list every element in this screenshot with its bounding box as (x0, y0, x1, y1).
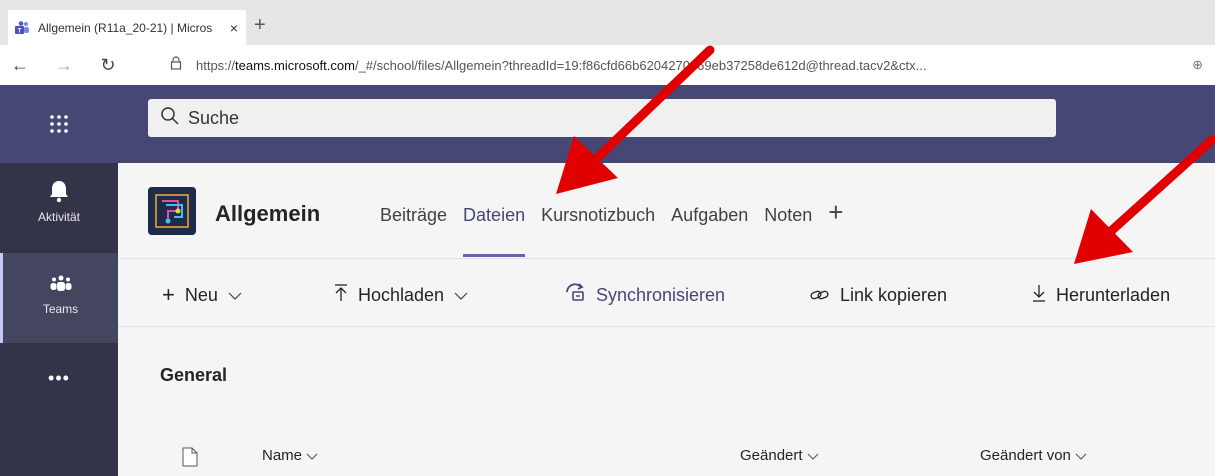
add-tab-button[interactable]: + (828, 197, 843, 257)
column-modified-by-label: Geändert von (980, 447, 1071, 464)
back-icon[interactable]: ← (8, 55, 32, 76)
sync-button[interactable]: Synchronisieren (564, 282, 725, 308)
column-header-name[interactable]: Name (262, 447, 318, 464)
files-toolbar: + Neu Hochladen Synchronisieren Link kop… (118, 259, 1215, 327)
zoom-icon[interactable]: ⊕ (1192, 57, 1203, 73)
channel-header: Allgemein Beiträge Dateien Kursnotizbuch… (118, 163, 1215, 259)
upload-label: Hochladen (358, 284, 445, 305)
teams-favicon-icon: T (14, 20, 30, 35)
reload-icon[interactable]: ↻ (96, 55, 120, 76)
column-header-modified[interactable]: Geändert (740, 447, 819, 464)
column-modified-label: Geändert (740, 447, 803, 464)
tab-aufgaben[interactable]: Aufgaben (671, 205, 748, 257)
column-name-label: Name (262, 447, 303, 464)
svg-text:T: T (18, 28, 22, 34)
column-header-modified-by[interactable]: Geändert von (980, 447, 1087, 464)
new-button[interactable]: + Neu (162, 282, 242, 308)
chevron-down-icon (228, 287, 242, 303)
chevron-down-icon (306, 449, 318, 463)
rail-item-label: Aktivität (37, 210, 80, 224)
new-tab-button[interactable]: + (254, 14, 266, 37)
tab-noten[interactable]: Noten (764, 205, 812, 257)
file-list-header: Name Geändert Geändert von (118, 437, 1215, 476)
url-text: https://teams.microsoft.com/_#/school/fi… (196, 58, 927, 73)
teams-header: Suche (0, 85, 1215, 163)
left-rail: Aktivität Teams ••• (0, 163, 118, 476)
upload-button[interactable]: Hochladen (334, 282, 468, 308)
url-path: /_#/school/files/Allgemein?threadId=19:f… (354, 57, 927, 73)
chevron-down-icon (807, 449, 819, 463)
download-icon (1032, 282, 1046, 308)
chevron-down-icon (1075, 449, 1087, 463)
channel-tabs: Beiträge Dateien Kursnotizbuch Aufgaben … (380, 197, 843, 257)
file-type-icon (182, 447, 198, 467)
plus-icon: + (162, 282, 175, 307)
url-host: teams.microsoft.com (235, 57, 355, 73)
folder-title: General (160, 365, 228, 385)
browser-tabstrip: T Allgemein (R11a_20-21) | Micros × + (0, 0, 1215, 45)
search-input[interactable]: Suche (148, 99, 1056, 137)
rail-item-teams[interactable]: Teams (0, 253, 118, 343)
screenshot-root: T Allgemein (R11a_20-21) | Micros × + ← … (0, 0, 1215, 476)
teams-icon (49, 275, 73, 298)
chevron-down-icon (454, 287, 468, 303)
files-content: General Name Geändert Geändert von (118, 327, 1215, 476)
url-field[interactable]: https://teams.microsoft.com/_#/school/fi… (152, 51, 1202, 79)
download-label: Herunterladen (1056, 284, 1171, 305)
browser-tab-title: Allgemein (R11a_20-21) | Micros (38, 20, 213, 35)
sync-label: Synchronisieren (596, 284, 726, 305)
tab-dateien[interactable]: Dateien (463, 205, 526, 257)
app-launcher-icon[interactable] (0, 85, 118, 163)
new-label: Neu (184, 284, 218, 305)
copy-link-button[interactable]: Link kopieren (810, 282, 947, 308)
tab-beitraege[interactable]: Beiträge (380, 205, 447, 257)
url-prefix: https:// (196, 57, 236, 73)
lock-icon (170, 55, 184, 75)
forward-icon[interactable]: → (52, 55, 76, 76)
more-apps-icon[interactable]: ••• (0, 368, 118, 389)
tab-kursnotizbuch[interactable]: Kursnotizbuch (541, 205, 655, 257)
copy-link-label: Link kopieren (840, 284, 948, 305)
download-button[interactable]: Herunterladen (1032, 282, 1170, 308)
bell-icon (48, 179, 70, 206)
rail-item-activity[interactable]: Aktivität (0, 179, 118, 239)
team-avatar[interactable] (148, 187, 196, 235)
upload-icon (334, 282, 348, 308)
search-placeholder: Suche (188, 107, 240, 128)
link-icon (810, 282, 830, 308)
sync-icon (564, 282, 586, 308)
rail-item-label: Teams (42, 302, 79, 316)
tab-close-icon[interactable]: × (224, 20, 244, 36)
browser-address-bar: ← → ↻ https://teams.microsoft.com/_#/sch… (0, 45, 1215, 85)
browser-tab[interactable]: T Allgemein (R11a_20-21) | Micros × (8, 10, 246, 45)
channel-name: Allgemein (215, 201, 321, 226)
search-icon (160, 106, 180, 131)
